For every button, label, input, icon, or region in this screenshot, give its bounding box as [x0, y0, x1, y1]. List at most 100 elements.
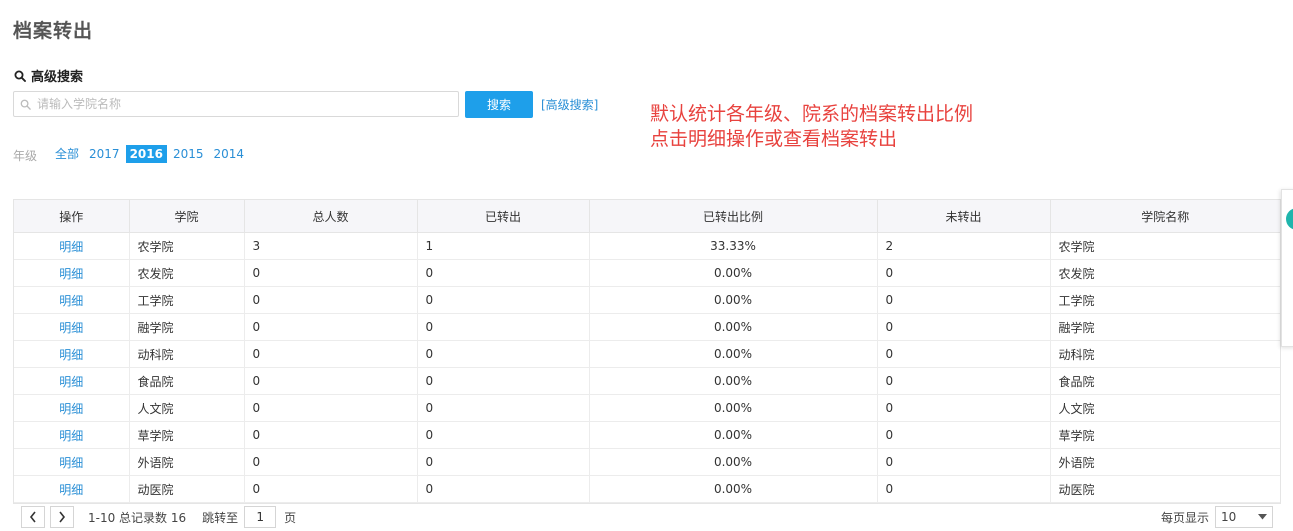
column-header: 总人数	[244, 200, 418, 233]
cell-not-transferred: 2	[877, 232, 1051, 260]
page-unit: 页	[284, 510, 297, 525]
cell-operation: 明细	[14, 313, 130, 341]
column-header: 已转出	[417, 200, 590, 233]
page-title: 档案转出	[13, 20, 94, 42]
annotation-note: 默认统计各年级、院系的档案转出比例 点击明细操作或查看档案转出	[650, 102, 973, 152]
year-option-2014[interactable]: 2014	[210, 145, 249, 163]
jump-page-input[interactable]	[244, 506, 277, 528]
column-header: 操作	[14, 200, 130, 233]
cell-ratio: 0.00%	[589, 448, 878, 476]
detail-link[interactable]: 明细	[59, 402, 83, 416]
cell-college: 农发院	[129, 259, 245, 287]
cell-not-transferred: 0	[877, 259, 1051, 287]
cell-college-name: 动医院	[1050, 475, 1280, 503]
cell-college: 动科院	[129, 340, 245, 368]
cell-college-name: 人文院	[1050, 394, 1280, 422]
table-header-row: 操作 学院 总人数 已转出 已转出比例 未转出 学院名称	[14, 200, 1280, 233]
annotation-line-2: 点击明细操作或查看档案转出	[650, 128, 898, 150]
year-filter: 年级 全部 2017 2016 2015 2014	[13, 143, 250, 164]
cell-college-name: 工学院	[1050, 286, 1280, 314]
side-help-icon[interactable]	[1286, 208, 1293, 230]
cell-college: 草学院	[129, 421, 245, 449]
cell-total: 0	[244, 448, 418, 476]
cell-transferred: 1	[417, 232, 590, 260]
cell-not-transferred: 0	[877, 448, 1051, 476]
cell-transferred: 0	[417, 286, 590, 314]
cell-college-name: 草学院	[1050, 421, 1280, 449]
cell-college-name: 外语院	[1050, 448, 1280, 476]
cell-total: 0	[244, 367, 418, 395]
search-icon	[20, 95, 31, 114]
cell-ratio: 0.00%	[589, 259, 878, 287]
cell-college: 食品院	[129, 367, 245, 395]
cell-ratio: 0.00%	[589, 421, 878, 449]
cell-college: 外语院	[129, 448, 245, 476]
cell-not-transferred: 0	[877, 421, 1051, 449]
detail-link[interactable]: 明细	[59, 456, 83, 470]
cell-ratio: 0.00%	[589, 475, 878, 503]
detail-link[interactable]: 明细	[59, 429, 83, 443]
next-page-button[interactable]	[50, 506, 74, 528]
cell-not-transferred: 0	[877, 313, 1051, 341]
cell-operation: 明细	[14, 232, 130, 260]
jump-label: 跳转至	[202, 510, 239, 525]
cell-transferred: 0	[417, 475, 590, 503]
cell-transferred: 0	[417, 313, 590, 341]
cell-total: 0	[244, 286, 418, 314]
year-option-2017[interactable]: 2017	[85, 145, 124, 163]
table-row: 明细 外语院 0 0 0.00% 0 外语院	[14, 448, 1280, 476]
cell-college: 农学院	[129, 232, 245, 260]
cell-operation: 明细	[14, 340, 130, 368]
cell-ratio: 0.00%	[589, 340, 878, 368]
detail-link[interactable]: 明细	[59, 321, 83, 335]
cell-ratio: 0.00%	[589, 367, 878, 395]
record-count: 1-10 总记录数 16	[88, 510, 187, 525]
advanced-search-link[interactable]: [高级搜索]	[541, 96, 598, 113]
search-box[interactable]	[13, 91, 459, 117]
annotation-line-1: 默认统计各年级、院系的档案转出比例	[650, 103, 974, 125]
year-option-2015[interactable]: 2015	[169, 145, 208, 163]
cell-operation: 明细	[14, 259, 130, 287]
detail-link[interactable]: 明细	[59, 267, 83, 281]
detail-link[interactable]: 明细	[59, 294, 83, 308]
column-header: 已转出比例	[589, 200, 878, 233]
cell-college: 融学院	[129, 313, 245, 341]
per-page-select[interactable]: 10	[1215, 506, 1273, 528]
table-row: 明细 融学院 0 0 0.00% 0 融学院	[14, 313, 1280, 341]
cell-not-transferred: 0	[877, 340, 1051, 368]
column-header: 未转出	[877, 200, 1051, 233]
cell-operation: 明细	[14, 475, 130, 503]
chevron-left-icon	[29, 511, 36, 523]
cell-college-name: 农学院	[1050, 232, 1280, 260]
search-button[interactable]: 搜索	[465, 91, 533, 118]
prev-page-button[interactable]	[21, 506, 45, 528]
table-row: 明细 农学院 3 1 33.33% 2 农学院	[14, 232, 1280, 260]
table-row: 明细 草学院 0 0 0.00% 0 草学院	[14, 421, 1280, 449]
column-header: 学院	[129, 200, 245, 233]
cell-not-transferred: 0	[877, 475, 1051, 503]
cell-operation: 明细	[14, 448, 130, 476]
cell-transferred: 0	[417, 448, 590, 476]
cell-ratio: 33.33%	[589, 232, 878, 260]
year-option-2016[interactable]: 2016	[125, 144, 167, 163]
cell-total: 0	[244, 313, 418, 341]
caret-down-icon	[1258, 514, 1267, 520]
detail-link[interactable]: 明细	[59, 483, 83, 497]
year-option-all[interactable]: 全部	[51, 143, 83, 164]
college-search-input[interactable]	[35, 96, 439, 112]
detail-link[interactable]: 明细	[59, 348, 83, 362]
detail-link[interactable]: 明细	[59, 240, 83, 254]
cell-college: 人文院	[129, 394, 245, 422]
cell-total: 3	[244, 232, 418, 260]
cell-college-name: 农发院	[1050, 259, 1280, 287]
cell-transferred: 0	[417, 421, 590, 449]
cell-college: 动医院	[129, 475, 245, 503]
detail-link[interactable]: 明细	[59, 375, 83, 389]
cell-ratio: 0.00%	[589, 286, 878, 314]
advanced-search-label: 高级搜索	[31, 70, 84, 85]
cell-not-transferred: 0	[877, 394, 1051, 422]
cell-not-transferred: 0	[877, 286, 1051, 314]
side-float-panel[interactable]	[1281, 189, 1293, 347]
table-row: 明细 人文院 0 0 0.00% 0 人文院	[14, 394, 1280, 422]
cell-total: 0	[244, 421, 418, 449]
